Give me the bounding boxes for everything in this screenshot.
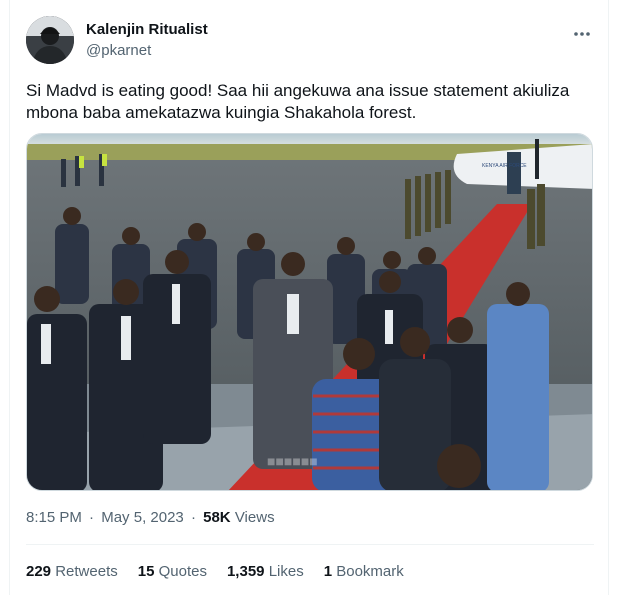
meta-separator: · bbox=[190, 509, 196, 526]
tweet-photo[interactable]: KENYA AIR FORCE ■■■■■■ bbox=[26, 133, 593, 491]
author-display-name[interactable]: Kalenjin Ritualist bbox=[86, 21, 208, 39]
tweet-card: Kalenjin Ritualist @pkarnet Si Madvd is … bbox=[9, 0, 609, 595]
bookmarks-count: 1 bbox=[323, 563, 333, 580]
quotes-count: 15 bbox=[137, 563, 155, 580]
views-label: Views bbox=[234, 509, 275, 526]
author-handle[interactable]: @pkarnet bbox=[86, 41, 208, 61]
tweet-header: Kalenjin Ritualist @pkarnet bbox=[26, 16, 594, 68]
retweets-count: 229 bbox=[26, 563, 52, 580]
likes-stat[interactable]: 1,359 Likes bbox=[227, 562, 304, 582]
bookmarks-stat[interactable]: 1 Bookmark bbox=[324, 562, 404, 582]
aircraft-label: KENYA AIR FORCE bbox=[482, 163, 527, 169]
tweet-date[interactable]: May 5, 2023 bbox=[101, 509, 184, 526]
retweets-stat[interactable]: 229 Retweets bbox=[26, 562, 118, 582]
retweets-label: Retweets bbox=[55, 563, 118, 580]
tweet-meta: 8:15 PM · May 5, 2023 · 58K Views bbox=[26, 508, 275, 528]
photo-scene: KENYA AIR FORCE ■■■■■■ bbox=[27, 134, 592, 490]
author-names: Kalenjin Ritualist @pkarnet bbox=[86, 21, 208, 61]
avatar-image bbox=[26, 16, 74, 64]
quotes-label: Quotes bbox=[158, 563, 207, 580]
meta-separator: · bbox=[89, 509, 95, 526]
divider bbox=[26, 544, 594, 545]
bookmarks-label: Bookmark bbox=[336, 563, 404, 580]
quotes-stat[interactable]: 15 Quotes bbox=[138, 562, 207, 582]
tweet-text: Si Madvd is eating good! Saa hii angekuw… bbox=[26, 81, 570, 122]
more-horizontal-icon[interactable] bbox=[570, 22, 594, 46]
tweet-stats: 229 Retweets 15 Quotes 1,359 Likes 1 Boo… bbox=[26, 562, 404, 582]
photo-watermark: ■■■■■■ bbox=[267, 453, 318, 469]
likes-count: 1,359 bbox=[226, 563, 265, 580]
tweet-time[interactable]: 8:15 PM bbox=[26, 509, 82, 526]
views-count: 58K bbox=[203, 509, 231, 526]
author-avatar[interactable] bbox=[26, 16, 74, 64]
likes-label: Likes bbox=[268, 563, 304, 580]
